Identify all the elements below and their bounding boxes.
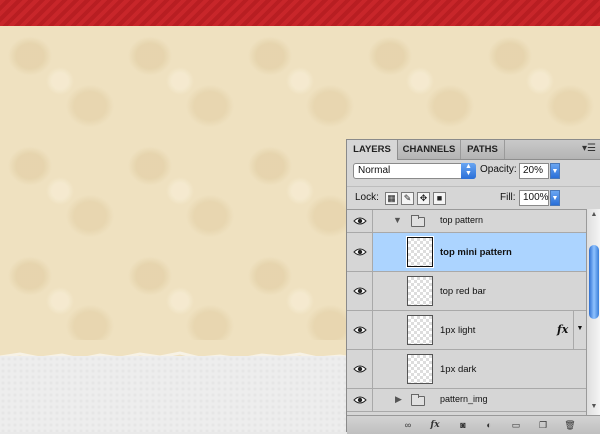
fill-dropdown-button[interactable]: ▼ bbox=[550, 190, 560, 206]
layers-scrollbar[interactable]: ▲ ▼ bbox=[586, 209, 600, 415]
tab-paths[interactable]: PATHS bbox=[461, 140, 505, 159]
group-collapsed-triangle-icon[interactable]: ▶ bbox=[395, 394, 402, 405]
adjustment-layer-icon[interactable]: ◐ bbox=[483, 419, 495, 431]
opacity-dropdown-button[interactable]: ▼ bbox=[550, 163, 560, 179]
lock-position-icon[interactable]: ✥ bbox=[417, 192, 430, 205]
group-expanded-triangle-icon[interactable]: ▼ bbox=[393, 215, 402, 225]
lock-fill-row: Lock: ▦ ✎ ✥ ■ Fill: 100% ▼ bbox=[347, 186, 600, 209]
panel-bottom-toolbar: ∞ fx ◙ ◐ ▭ ❐ 🗑 bbox=[347, 415, 600, 434]
blend-mode-select[interactable]: Normal ▲ ▼ bbox=[353, 163, 476, 179]
red-striped-bar bbox=[0, 0, 600, 26]
eye-icon bbox=[353, 326, 367, 334]
layer-thumbnail bbox=[407, 354, 433, 384]
visibility-toggle[interactable] bbox=[347, 233, 373, 271]
lock-image-pixels-icon[interactable]: ✎ bbox=[401, 192, 414, 205]
layer-name: pattern_img bbox=[440, 394, 488, 404]
layer-1px-dark[interactable]: 1px dark bbox=[347, 350, 586, 389]
layer-name: 1px light bbox=[440, 325, 476, 336]
tab-channels[interactable]: CHANNELS bbox=[398, 140, 461, 159]
layer-effects-icon[interactable]: fx bbox=[557, 323, 568, 336]
layer-group-pattern-img[interactable]: ▶ pattern_img bbox=[347, 389, 586, 412]
layers-list: ▼ top pattern top mini pattern top red b… bbox=[347, 209, 586, 416]
layer-name: top red bar bbox=[440, 286, 486, 297]
eye-icon bbox=[353, 217, 367, 225]
blend-mode-stepper-icon: ▲ ▼ bbox=[461, 163, 476, 179]
effects-expand-triangle-icon[interactable]: ▼ bbox=[573, 311, 586, 349]
eye-icon bbox=[353, 287, 367, 295]
panel-menu-icon[interactable]: ▾☰ bbox=[582, 143, 596, 154]
add-layer-style-icon[interactable]: fx bbox=[429, 419, 441, 431]
tab-layers[interactable]: LAYERS bbox=[347, 140, 398, 160]
folder-icon bbox=[411, 394, 425, 406]
panel-tab-bar: LAYERS CHANNELS PATHS ▾☰ bbox=[347, 140, 600, 160]
eye-icon bbox=[353, 248, 367, 256]
fill-input[interactable]: 100% bbox=[519, 190, 549, 206]
folder-icon bbox=[411, 215, 425, 227]
new-group-icon[interactable]: ▭ bbox=[510, 419, 522, 431]
eye-icon bbox=[353, 365, 367, 373]
layer-1px-light[interactable]: 1px light fx ▼ bbox=[347, 311, 586, 350]
opacity-label: Opacity: bbox=[480, 164, 517, 175]
layer-top-mini-pattern[interactable]: top mini pattern bbox=[347, 233, 586, 272]
scroll-down-icon[interactable]: ▼ bbox=[587, 403, 600, 413]
layer-thumbnail bbox=[406, 236, 434, 268]
new-layer-icon[interactable]: ❐ bbox=[537, 419, 549, 431]
layer-top-red-bar[interactable]: top red bar bbox=[347, 272, 586, 311]
opacity-input[interactable]: 20% bbox=[519, 163, 549, 179]
add-mask-icon[interactable]: ◙ bbox=[457, 419, 469, 431]
link-layers-icon[interactable]: ∞ bbox=[402, 419, 414, 431]
visibility-toggle[interactable] bbox=[347, 210, 373, 232]
visibility-toggle[interactable] bbox=[347, 350, 373, 388]
visibility-toggle[interactable] bbox=[347, 311, 373, 349]
blend-mode-value: Normal bbox=[358, 165, 391, 176]
visibility-toggle[interactable] bbox=[347, 272, 373, 310]
scroll-up-icon[interactable]: ▲ bbox=[587, 211, 600, 221]
lock-all-icon[interactable]: ■ bbox=[433, 192, 446, 205]
scrollbar-thumb[interactable] bbox=[589, 245, 599, 319]
lock-label: Lock: bbox=[355, 192, 379, 203]
layer-name: top pattern bbox=[440, 215, 484, 225]
layer-group-top-pattern[interactable]: ▼ top pattern bbox=[347, 210, 586, 233]
layer-name: top mini pattern bbox=[440, 247, 512, 258]
layer-thumbnail bbox=[407, 315, 433, 345]
layer-name: 1px dark bbox=[440, 364, 477, 375]
blend-opacity-row: Normal ▲ ▼ Opacity: 20% ▼ bbox=[347, 160, 600, 182]
layers-panel: LAYERS CHANNELS PATHS ▾☰ Normal ▲ ▼ Opaci… bbox=[346, 139, 600, 434]
layer-thumbnail bbox=[407, 276, 433, 306]
trash-icon[interactable]: 🗑 bbox=[564, 419, 576, 431]
fill-label: Fill: bbox=[500, 192, 516, 203]
visibility-toggle[interactable] bbox=[347, 389, 373, 411]
eye-icon bbox=[353, 396, 367, 404]
lock-transparent-pixels-icon[interactable]: ▦ bbox=[385, 192, 398, 205]
